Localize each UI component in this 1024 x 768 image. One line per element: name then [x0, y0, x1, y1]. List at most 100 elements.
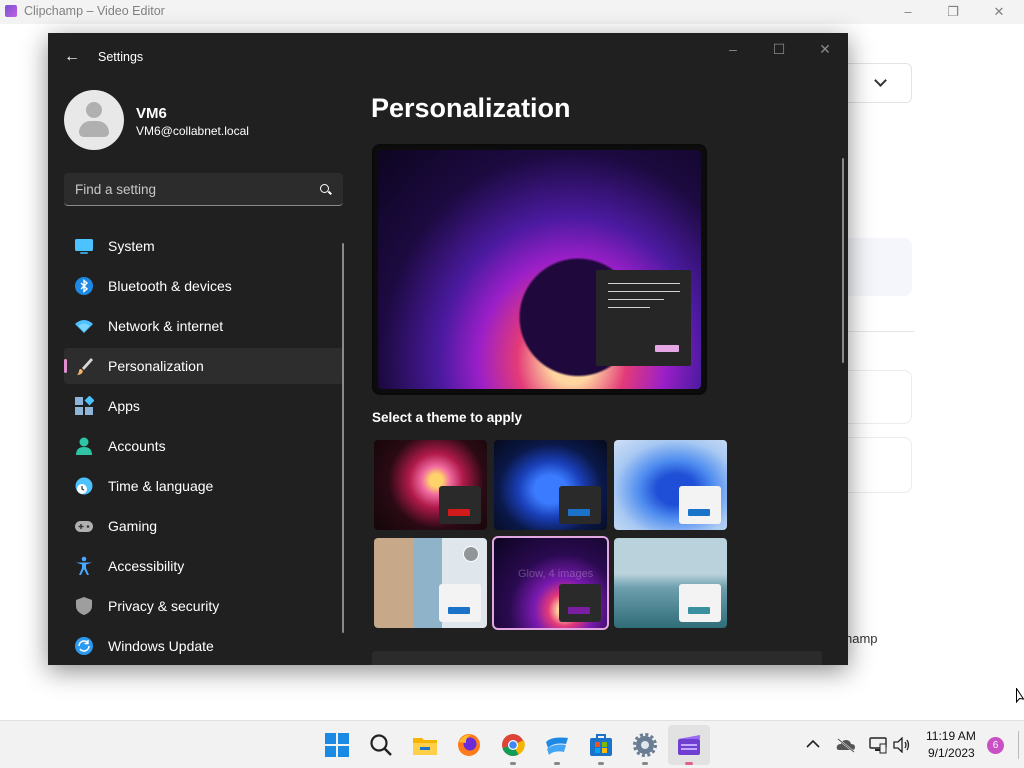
clipchamp-partial-text: hamp	[845, 631, 878, 646]
file-explorer-icon[interactable]	[412, 732, 438, 758]
wifi-icon	[75, 320, 93, 333]
sidebar-scrollbar[interactable]	[342, 243, 344, 633]
theme-accent-bar	[448, 509, 470, 516]
sidebar-item-label: Gaming	[108, 518, 158, 534]
content-scrollbar[interactable]	[842, 158, 844, 363]
theme-accent-bar	[448, 607, 470, 614]
onedrive-icon[interactable]	[836, 737, 856, 753]
clipchamp-divider	[848, 331, 914, 332]
sidebar-item-label: Apps	[108, 398, 140, 414]
start-icon[interactable]	[324, 732, 350, 758]
sidebar-item-accounts[interactable]: Accounts	[64, 428, 343, 464]
clock-time[interactable]: 11:19 AM	[926, 729, 976, 743]
sidebar-item-label: Time & language	[108, 478, 214, 494]
settings-nav: System Bluetooth & devices Network & int…	[64, 228, 343, 665]
sidebar-item-label: Network & internet	[108, 318, 224, 334]
chrome-icon[interactable]	[500, 732, 526, 758]
mouse-cursor-icon	[1016, 688, 1024, 704]
theme-tile-captured-motion[interactable]	[374, 538, 487, 628]
running-indicator	[554, 762, 560, 765]
clipchamp-icon[interactable]	[676, 732, 702, 758]
running-indicator	[642, 762, 648, 765]
clipchamp-app-icon	[5, 5, 17, 17]
theme-tile-bloom-light[interactable]	[614, 440, 727, 530]
clipchamp-minimize-button[interactable]: –	[885, 2, 931, 22]
back-button[interactable]: ←	[62, 47, 82, 67]
avatar[interactable]	[64, 90, 124, 150]
notification-badge[interactable]: 6	[987, 737, 1004, 754]
shield-icon	[76, 597, 92, 615]
brush-icon	[77, 358, 93, 375]
search-icon[interactable]	[368, 732, 394, 758]
theme-tile-flow[interactable]	[614, 538, 727, 628]
page-title: Personalization	[371, 93, 571, 123]
apps-icon	[75, 396, 94, 415]
sidebar-item-personalization[interactable]: Personalization	[64, 348, 343, 384]
preview-mini-window	[596, 270, 691, 366]
settings-close-button[interactable]: ✕	[802, 39, 848, 59]
taskbar: 11:19 AM 9/1/2023 6	[0, 720, 1024, 768]
volume-icon[interactable]	[893, 737, 911, 753]
show-desktop-divider[interactable]	[1018, 731, 1019, 759]
user-name: VM6	[136, 105, 167, 122]
person-icon	[76, 437, 92, 455]
sidebar-item-accessibility[interactable]: Accessibility	[64, 548, 343, 584]
network-icon[interactable]	[869, 736, 887, 754]
clipchamp-restore-button[interactable]: ❐	[930, 2, 976, 22]
clipchamp-card[interactable]	[848, 370, 912, 424]
sidebar-item-label: Bluetooth & devices	[108, 278, 232, 294]
clipchamp-close-button[interactable]: ✕	[976, 2, 1022, 22]
running-indicator	[598, 762, 604, 765]
firefox-icon[interactable]	[456, 732, 482, 758]
theme-tile-glow[interactable]: Glow, 4 images	[492, 536, 609, 630]
search-placeholder: Find a setting	[75, 182, 157, 197]
theme-preview	[372, 144, 707, 395]
clock-date[interactable]: 9/1/2023	[928, 746, 975, 760]
settings-maximize-button[interactable]: ☐	[756, 39, 802, 59]
settings-card[interactable]	[372, 651, 822, 665]
sidebar-item-label: Windows Update	[108, 638, 214, 654]
teams-icon[interactable]	[544, 732, 570, 758]
monitor-icon	[75, 239, 93, 254]
slideshow-icon	[463, 546, 479, 562]
sidebar-item-network[interactable]: Network & internet	[64, 308, 343, 344]
running-indicator	[510, 762, 516, 765]
settings-icon[interactable]	[632, 732, 658, 758]
search-input[interactable]: Find a setting	[64, 173, 343, 206]
settings-minimize-button[interactable]: –	[710, 39, 756, 59]
chevron-up-icon[interactable]	[806, 739, 820, 749]
clipchamp-card[interactable]	[848, 238, 912, 296]
sidebar-item-label: Privacy & security	[108, 598, 220, 614]
chevron-down-icon	[874, 74, 887, 87]
sidebar-item-privacy[interactable]: Privacy & security	[64, 588, 343, 624]
theme-tile-bloom-dark[interactable]	[494, 440, 607, 530]
user-email: VM6@collabnet.local	[136, 124, 249, 138]
clipchamp-title: Clipchamp – Video Editor	[24, 4, 165, 18]
settings-window-title: Settings	[98, 50, 144, 64]
sidebar-item-windows-update[interactable]: Windows Update	[64, 628, 343, 664]
search-icon[interactable]	[320, 184, 329, 193]
accessibility-icon	[76, 556, 92, 575]
sidebar-item-label: Accounts	[108, 438, 166, 454]
store-icon[interactable]	[588, 732, 614, 758]
sidebar-item-system[interactable]: System	[64, 228, 343, 264]
sidebar-item-time-language[interactable]: Time & language	[64, 468, 343, 504]
theme-tile-flower[interactable]	[374, 440, 487, 530]
theme-accent-bar	[568, 509, 590, 516]
select-theme-label: Select a theme to apply	[372, 410, 523, 425]
refresh-icon	[75, 637, 93, 655]
theme-accent-bar	[568, 607, 590, 614]
sidebar-item-label: Accessibility	[108, 558, 185, 574]
theme-tooltip: Glow, 4 images	[518, 568, 594, 580]
sidebar-item-label: Personalization	[108, 358, 204, 374]
theme-accent-bar	[688, 607, 710, 614]
globe-clock-icon	[75, 477, 93, 495]
gamepad-icon	[75, 521, 93, 532]
sidebar-item-apps[interactable]: Apps	[64, 388, 343, 424]
sidebar-item-label: System	[108, 238, 155, 254]
sidebar-item-bluetooth[interactable]: Bluetooth & devices	[64, 268, 343, 304]
clipchamp-dropdown[interactable]	[848, 63, 912, 103]
sidebar-item-gaming[interactable]: Gaming	[64, 508, 343, 544]
bluetooth-icon	[75, 277, 93, 295]
clipchamp-card[interactable]	[848, 437, 912, 493]
